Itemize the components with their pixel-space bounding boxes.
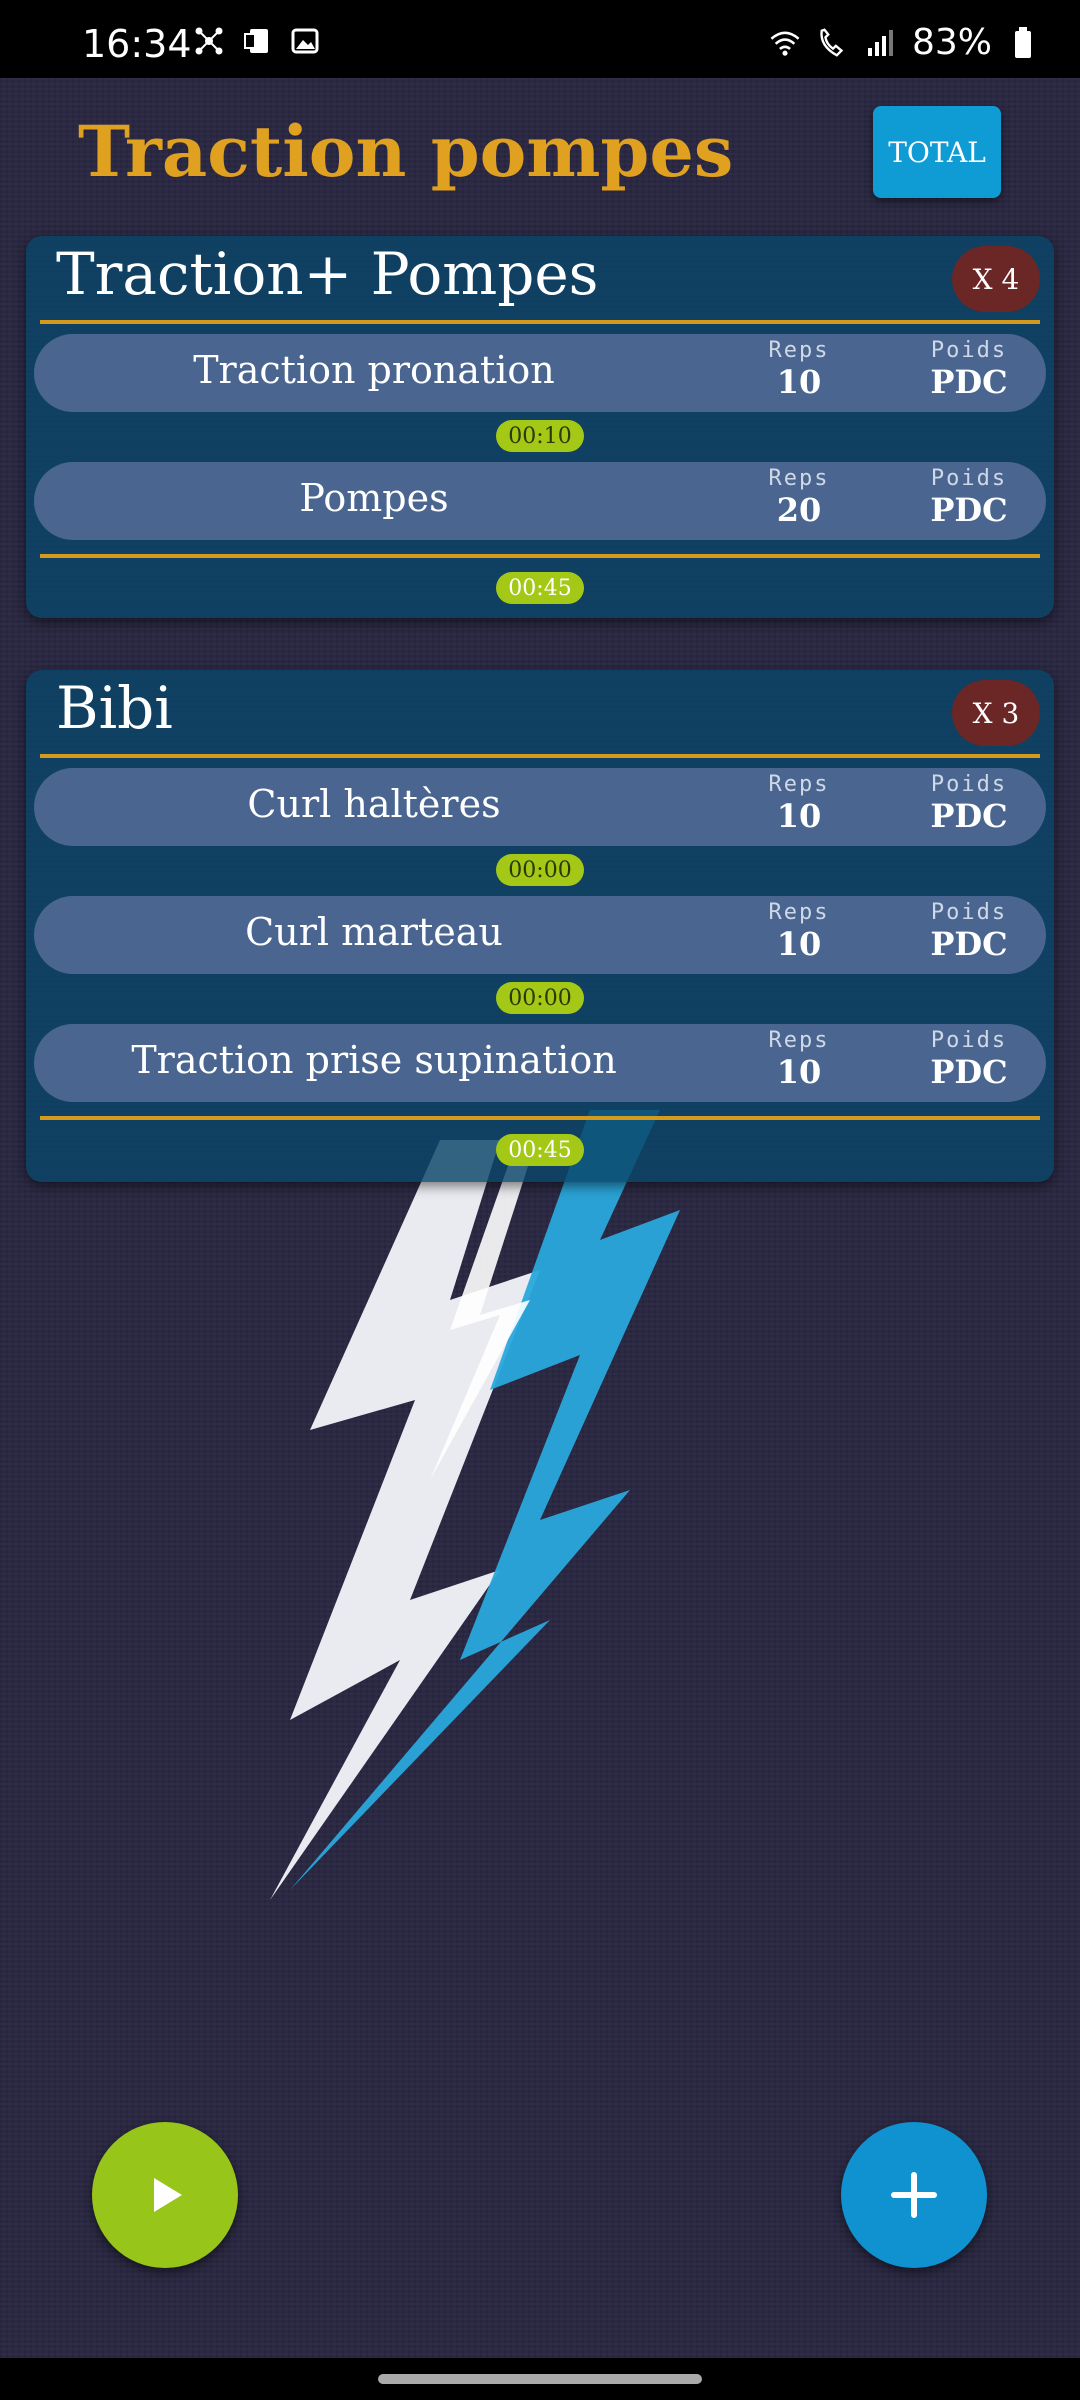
reps-value: 10 [776,1053,822,1091]
exercise-row[interactable]: Traction prise supination Reps 10 Poids … [34,1024,1046,1102]
exercise-row[interactable]: Curl haltères Reps 10 Poids PDC [34,768,1046,846]
rounds-badge[interactable]: X 3 [952,680,1040,746]
rounds-badge[interactable]: X 4 [952,246,1040,312]
exercise-name: Curl haltères [247,782,501,826]
reps-column: Reps 10 [744,1024,854,1091]
weight-label: Poids [930,466,1008,491]
battery-text: 83% [911,22,992,63]
weight-column: Poids PDC [914,896,1024,963]
round-rest-timer[interactable]: 00:45 [496,1134,584,1166]
status-left-icons [192,24,322,58]
reps-label: Reps [768,338,830,363]
reps-column: Reps 10 [744,768,854,835]
weight-label: Poids [930,1028,1008,1053]
reps-label: Reps [768,900,830,925]
circuit-card[interactable]: Bibi X 3 Curl haltères Reps 10 Poids PDC… [26,670,1054,1182]
play-button[interactable] [92,2122,238,2268]
exercise-row[interactable]: Curl marteau Reps 10 Poids PDC [34,896,1046,974]
wifi-icon [768,26,802,60]
navigation-bar [0,2358,1080,2400]
divider [40,554,1040,558]
rest-timer[interactable]: 00:00 [496,982,584,1014]
rest-timer[interactable]: 00:00 [496,854,584,886]
plus-icon [891,2172,937,2218]
status-right-icons: 83% [768,22,1040,63]
circuit-title: Traction+ Pompes [56,240,599,308]
circuit-title: Bibi [56,674,173,742]
reps-value: 20 [776,491,822,529]
divider [40,1116,1040,1120]
reps-label: Reps [768,772,830,797]
total-button[interactable]: TOTAL [873,106,1001,198]
gallery-icon [288,24,322,58]
page-title: Traction pompes [78,110,734,193]
rest-timer[interactable]: 00:10 [496,420,584,452]
exercise-name: Traction pronation [193,348,555,392]
exercise-row[interactable]: Pompes Reps 20 Poids PDC [34,462,1046,540]
wifi-call-icon [816,26,850,60]
home-handle[interactable] [378,2374,702,2384]
weight-value: PDC [930,925,1008,963]
divider [40,754,1040,758]
exercise-name: Pompes [299,476,449,520]
signal-icon [864,26,898,60]
weight-value: PDC [930,797,1008,835]
reps-value: 10 [776,925,822,963]
reps-column: Reps 10 [744,896,854,963]
reps-label: Reps [768,466,830,491]
weight-value: PDC [930,363,1008,401]
play-icon [154,2178,182,2212]
battery-icon [1006,26,1040,60]
reps-value: 10 [776,797,822,835]
weight-column: Poids PDC [914,768,1024,835]
weight-label: Poids [930,900,1008,925]
weight-label: Poids [930,338,1008,363]
weight-column: Poids PDC [914,462,1024,529]
exercise-name: Traction prise supination [131,1038,617,1082]
sim-icon [240,24,274,58]
weight-label: Poids [930,772,1008,797]
reps-label: Reps [768,1028,830,1053]
network-sharing-icon [192,24,226,58]
round-rest-timer[interactable]: 00:45 [496,572,584,604]
status-bar: 16:34 83% [0,0,1080,78]
reps-column: Reps 20 [744,462,854,529]
reps-column: Reps 10 [744,334,854,401]
weight-value: PDC [930,491,1008,529]
weight-column: Poids PDC [914,1024,1024,1091]
exercise-name: Curl marteau [245,910,503,954]
weight-value: PDC [930,1053,1008,1091]
weight-column: Poids PDC [914,334,1024,401]
reps-value: 10 [776,363,822,401]
divider [40,320,1040,324]
lightning-bolt-icon [270,1110,680,1900]
add-button[interactable] [841,2122,987,2268]
status-time: 16:34 [82,22,192,66]
exercise-row[interactable]: Traction pronation Reps 10 Poids PDC [34,334,1046,412]
circuit-card[interactable]: Traction+ Pompes X 4 Traction pronation … [26,236,1054,618]
